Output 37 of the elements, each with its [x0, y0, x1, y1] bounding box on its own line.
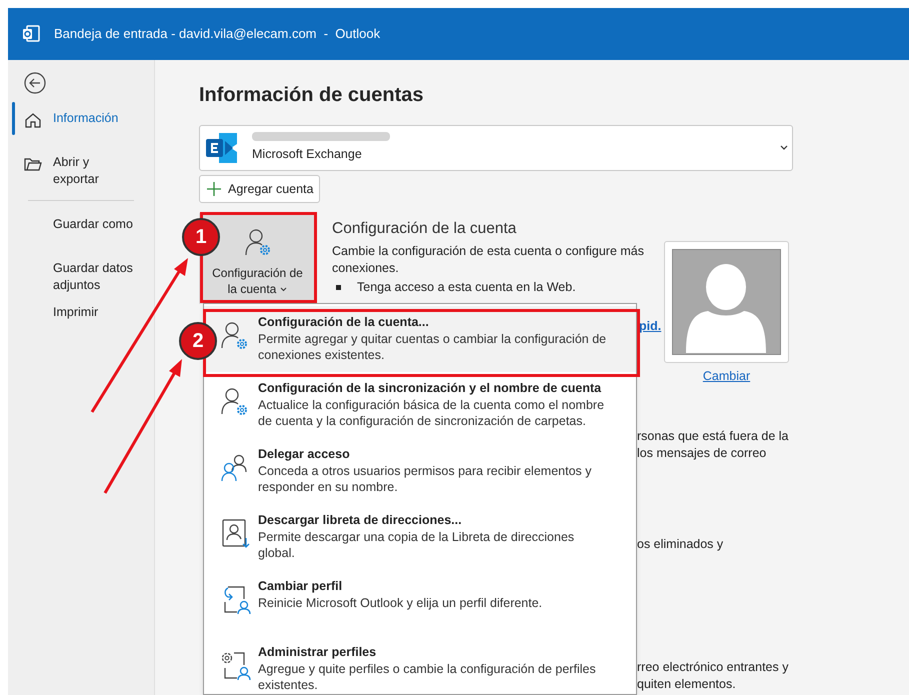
- add-account-button[interactable]: Agregar cuenta: [199, 175, 320, 203]
- sidebar-item[interactable]: Abrir y exportar: [53, 154, 133, 188]
- person-gear-icon: [242, 227, 272, 257]
- back-icon[interactable]: [24, 72, 46, 94]
- link-fragment[interactable]: pid.: [639, 317, 662, 338]
- plus-icon: [206, 181, 222, 197]
- account-type: Microsoft Exchange: [252, 146, 363, 164]
- exchange-icon: [205, 131, 239, 165]
- sidebar-item[interactable]: Imprimir: [53, 304, 133, 321]
- menu-item[interactable]: Configuración de la sincronización y el nombre de cuenta Actualice la configuración básica de la cuenta como el nombre de cuenta y la configuración de sincronización de carpetas.: [204, 372, 636, 438]
- menu-item[interactable]: Configuración de la cuenta... Permite agregar y quitar cuentas o cambiar la configuración de conexiones existentes.: [204, 306, 636, 372]
- mail-app-icon: [22, 25, 40, 43]
- window-title: Bandeja de entrada - david.vila@elecam.com - Outlook: [54, 25, 380, 44]
- change-picture-link[interactable]: Cambiar: [702, 367, 750, 386]
- sidebar-item[interactable]: Información: [53, 110, 133, 127]
- sidebar-item[interactable]: Guardar datos adjuntos: [53, 260, 133, 294]
- background-text: os eliminados y: [637, 536, 724, 553]
- chevron-down-icon: [280, 287, 288, 292]
- section-heading: Configuración de la cuenta: [332, 219, 518, 239]
- menu-item[interactable]: Cambiar perfil Reinicie Microsoft Outlook y elija un perfil diferente.: [204, 570, 636, 636]
- bullet-icon: [336, 285, 341, 290]
- section-description: Cambie la configuración de esta cuenta o configure más conexiones.: [332, 243, 645, 278]
- home-icon: [24, 111, 42, 128]
- background-text: rreo electrónico entrantes y: [637, 658, 790, 676]
- background-text: quiten elementos.: [637, 676, 737, 693]
- bullet-text: Tenga acceso a esta cuenta en la Web.: [357, 279, 576, 296]
- menu-item[interactable]: Delegar acceso Conceda a otros usuarios permisos para recibir elementos y responder en su nombre.: [204, 438, 636, 504]
- person-placeholder-icon: [672, 249, 781, 355]
- menu-item[interactable]: Administrar perfiles Agregue y quite perfiles o cambie la configuración de perfiles existentes.: [204, 636, 636, 694]
- page-heading: Información de cuentas: [199, 83, 424, 108]
- chevron-down-icon: [780, 145, 788, 151]
- account-dropdown[interactable]: Microsoft Exchange: [199, 125, 793, 171]
- menu-item[interactable]: Descargar libreta de direcciones... Permite descargar una copia de la Libreta de direcciones global.: [204, 504, 636, 570]
- manage-profiles-icon: [219, 650, 251, 682]
- sidebar-item[interactable]: Guardar como: [53, 216, 133, 233]
- background-text: los mensajes de correo: [637, 444, 768, 462]
- background-text: rsonas que está fuera de la: [637, 428, 790, 445]
